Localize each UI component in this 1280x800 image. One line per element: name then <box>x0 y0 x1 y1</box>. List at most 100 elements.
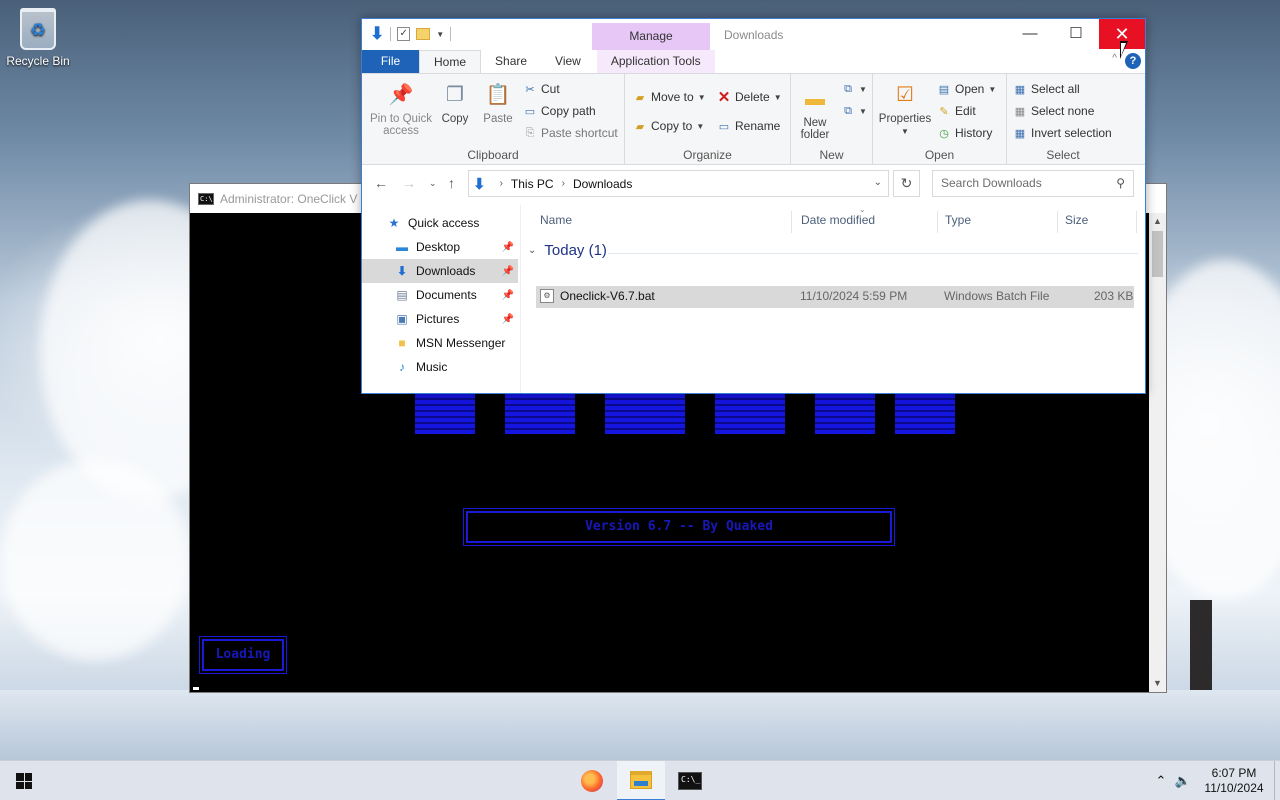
tab-share[interactable]: Share <box>481 50 541 73</box>
clipboard-group: 📌 Pin to Quick access ❐ Copy 📋 Paste ✂ C… <box>362 74 625 165</box>
tab-application-tools[interactable]: Application Tools <box>596 50 715 73</box>
cut-button[interactable]: ✂ Cut <box>523 82 559 96</box>
column-name[interactable]: Name <box>534 211 792 233</box>
copy-button[interactable]: ❐ Copy <box>438 80 472 125</box>
delete-button[interactable]: ✕ Delete ▼ <box>717 89 782 106</box>
open-icon: ▤ <box>938 83 950 96</box>
open-button[interactable]: ▤ Open ▼ <box>937 82 996 96</box>
star-icon: ★ <box>388 216 400 230</box>
file-date: 11/10/2024 5:59 PM <box>800 289 908 303</box>
copy-to-button[interactable]: ▰ Copy to ▼ <box>633 119 705 133</box>
firefox-icon <box>581 770 603 792</box>
rename-icon: ▭ <box>718 120 730 133</box>
file-list: Name Date modified ⌄ Type Size ⌄ Today (… <box>526 205 1145 393</box>
clipboard-group-label: Clipboard <box>467 148 519 162</box>
file-name: Oneclick-V6.7.bat <box>560 289 655 303</box>
scroll-down-icon[interactable]: ▼ <box>1149 675 1166 692</box>
picture-icon: ▣ <box>396 312 408 326</box>
taskbar: C:\_ ⌃ 🔈 6:07 PM 11/10/2024 <box>0 760 1280 800</box>
show-hidden-icons-chevron-icon[interactable]: ⌃ <box>1150 773 1172 789</box>
select-group-label: Select <box>1046 148 1080 162</box>
taskbar-command-prompt[interactable]: C:\_ <box>666 761 714 800</box>
scroll-up-icon[interactable]: ▲ <box>1149 213 1166 230</box>
cmd-icon: C:\_ <box>678 772 702 790</box>
pin-to-quick-access-button[interactable]: 📌 Pin to Quick access <box>368 80 434 137</box>
group-header-today[interactable]: ⌄ Today (1) <box>528 242 607 259</box>
taskbar-file-explorer[interactable] <box>617 761 665 800</box>
file-type: Windows Batch File <box>944 289 1050 303</box>
volume-icon[interactable]: 🔈 <box>1172 773 1194 789</box>
file-explorer-window[interactable]: ⬇ ✓ ▼ Manage Downloads — ☐ ✕ File Home S… <box>361 18 1146 394</box>
nav-downloads[interactable]: ⬇ Downloads 📌 <box>362 259 518 283</box>
edit-icon: ✎ <box>939 105 949 118</box>
collapse-group-icon: ⌄ <box>528 245 537 256</box>
tab-file[interactable]: File <box>362 50 419 73</box>
show-desktop-button[interactable] <box>1274 761 1280 800</box>
history-button[interactable]: ◷ History <box>937 126 992 140</box>
column-size[interactable]: Size <box>1059 211 1137 233</box>
nav-quick-access[interactable]: ★ Quick access <box>362 211 518 235</box>
easy-access-button[interactable]: ⧉ ▼ <box>841 104 867 118</box>
forward-arrow-icon[interactable]: → <box>402 175 416 191</box>
new-folder-qat-icon[interactable] <box>416 28 431 40</box>
manage-contextual-tab[interactable]: Manage <box>592 23 710 50</box>
breadcrumb-this-pc[interactable]: This PC <box>511 177 554 191</box>
nav-desktop[interactable]: ▬ Desktop 📌 <box>362 235 518 259</box>
pane-splitter[interactable] <box>520 205 521 393</box>
back-arrow-icon[interactable]: ← <box>374 175 388 191</box>
paste-button[interactable]: 📋 Paste <box>480 80 516 125</box>
move-to-icon: ▰ <box>635 91 645 104</box>
file-explorer-icon <box>630 771 652 789</box>
nav-documents[interactable]: ▤ Documents 📌 <box>362 283 518 307</box>
invert-selection-button[interactable]: ▦ Invert selection <box>1013 126 1112 140</box>
nav-msn-messenger[interactable]: ■ MSN Messenger <box>362 331 518 355</box>
new-folder-button[interactable]: ▬ New folder <box>795 84 835 141</box>
taskbar-firefox[interactable] <box>568 761 616 800</box>
loading-indicator: Loading <box>199 636 287 674</box>
up-arrow-icon[interactable]: ↑ <box>448 175 455 191</box>
paste-shortcut-button[interactable]: ⎘ Paste shortcut <box>523 126 618 140</box>
edit-button[interactable]: ✎ Edit <box>937 104 975 118</box>
start-button[interactable] <box>0 761 48 800</box>
explorer-titlebar[interactable]: ⬇ ✓ ▼ Manage Downloads — ☐ ✕ <box>362 19 1145 50</box>
search-input[interactable]: Search Downloads ⚲ <box>932 170 1134 197</box>
tab-home[interactable]: Home <box>419 50 482 73</box>
copy-path-button[interactable]: ▭ Copy path <box>523 104 596 118</box>
collapse-ribbon-icon[interactable]: ^ <box>1112 53 1117 64</box>
maximize-button[interactable]: ☐ <box>1053 19 1099 49</box>
column-date-modified[interactable]: Date modified <box>795 211 938 233</box>
move-to-button[interactable]: ▰ Move to ▼ <box>633 90 706 104</box>
clock-date: 11/10/2024 <box>1204 781 1264 795</box>
windows-logo-icon <box>16 773 32 789</box>
properties-qat-icon[interactable]: ✓ <box>397 27 411 41</box>
minimize-button[interactable]: — <box>1007 19 1053 49</box>
copy-icon: ❐ <box>446 84 464 106</box>
qat-dropdown-icon[interactable]: ▼ <box>436 30 444 39</box>
tab-view[interactable]: View <box>541 50 595 73</box>
clock[interactable]: 6:07 PM 11/10/2024 <box>1194 766 1274 796</box>
refresh-button[interactable]: ↻ <box>893 170 920 197</box>
select-all-button[interactable]: ▦ Select all <box>1013 82 1080 96</box>
nav-pictures[interactable]: ▣ Pictures 📌 <box>362 307 518 331</box>
ascii-art-logo <box>415 394 955 434</box>
properties-button[interactable]: ☑ Properties ▼ <box>877 80 933 138</box>
column-type[interactable]: Type <box>939 211 1058 233</box>
address-bar[interactable]: ⬇ › This PC › Downloads ⌄ <box>468 170 889 197</box>
address-dropdown-icon[interactable]: ⌄ <box>874 177 882 188</box>
select-none-button[interactable]: ▦ Select none <box>1013 104 1095 118</box>
console-title: Administrator: OneClick V <box>220 191 358 206</box>
recent-locations-icon[interactable]: ⌄ <box>429 178 437 189</box>
nav-music[interactable]: ♪ Music <box>362 355 518 379</box>
file-row[interactable]: ⚙ Oneclick-V6.7.bat 11/10/2024 5:59 PM W… <box>536 286 1134 308</box>
desktop-icon: ▬ <box>396 240 408 254</box>
recycle-bin-label: Recycle Bin <box>6 54 70 68</box>
rename-button[interactable]: ▭ Rename <box>717 119 781 133</box>
properties-icon: ☑ <box>896 84 914 106</box>
new-item-button[interactable]: ⧉ ▼ <box>841 82 867 96</box>
breadcrumb-downloads[interactable]: Downloads <box>573 177 632 191</box>
recycle-bin[interactable]: ♻ Recycle Bin <box>4 8 72 68</box>
download-icon: ⬇ <box>370 24 385 43</box>
recycle-bin-icon: ♻ <box>20 8 56 50</box>
console-scrollbar[interactable]: ▲ ▼ <box>1149 213 1166 692</box>
scroll-thumb[interactable] <box>1152 231 1163 277</box>
